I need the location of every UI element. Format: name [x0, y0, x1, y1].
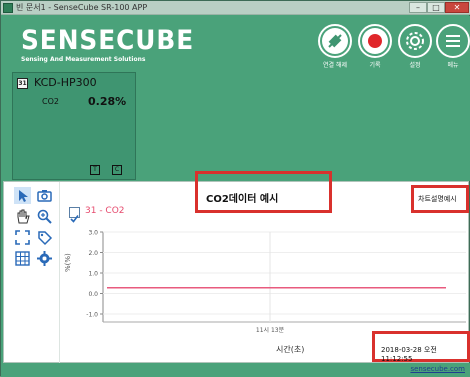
record-icon: [362, 28, 388, 54]
y-tick-label: 3.0: [88, 230, 98, 237]
device-card[interactable]: 31 KCD-HP300 CO2 0.28% T C: [12, 72, 136, 180]
record-button[interactable]: [358, 24, 392, 58]
date-label: 2018-03-28 오전 11:12:55: [381, 346, 437, 363]
record-label: 기록: [369, 62, 381, 69]
menu-icon: [446, 35, 460, 47]
y-tick-label: 0.0: [88, 291, 98, 298]
tag-icon[interactable]: [36, 229, 53, 246]
y-tick-label: 2.0: [88, 250, 98, 257]
sensor-value: 0.28%: [88, 95, 127, 108]
app-icon: [3, 3, 13, 13]
disconnect-label: 연결 해제: [323, 62, 347, 69]
device-c-button[interactable]: C: [112, 165, 122, 175]
website-link[interactable]: sensecube.com: [410, 365, 465, 373]
x-tick-label: 11시 13분: [256, 327, 285, 334]
x-axis-label: 시간(초): [276, 345, 305, 354]
y-tick-label: 1.0: [88, 271, 98, 278]
chart-settings-icon[interactable]: [36, 250, 53, 267]
zoom-icon[interactable]: [36, 208, 53, 225]
status-bar: sensecube.com: [1, 363, 470, 377]
device-number-badge: 31: [17, 78, 28, 89]
device-name: KCD-HP300: [34, 76, 97, 89]
device-area: 31 KCD-HP300 CO2 0.28% T C: [1, 72, 470, 181]
chart-area: CO2데이터 예시 차트설명예시 31 - CO2 %(%) 3.0 2.0 1.0…: [61, 171, 470, 364]
close-button[interactable]: ✕: [445, 2, 469, 13]
table-icon[interactable]: [14, 250, 31, 267]
logo-subtitle: Sensing And Measurement Solutions: [21, 56, 146, 63]
plug-icon: [322, 28, 348, 54]
logo: SENSECUBE: [21, 25, 195, 56]
camera-icon[interactable]: [36, 187, 53, 204]
menu-button[interactable]: [436, 24, 470, 58]
disconnect-button[interactable]: [318, 24, 352, 58]
hand-icon[interactable]: [14, 208, 31, 225]
y-tick-label: -1.0: [86, 312, 98, 319]
title-bar: 빈 문서1 - SenseCube SR-100 APP – □ ✕: [1, 1, 470, 15]
settings-button[interactable]: [398, 24, 432, 58]
minimize-button[interactable]: –: [409, 2, 427, 13]
gear-icon: [406, 32, 424, 50]
maximize-button[interactable]: □: [427, 2, 445, 13]
menu-label: 메뉴: [447, 62, 459, 69]
app-header: SENSECUBE Sensing And Measurement Soluti…: [1, 16, 470, 72]
sensor-name: CO2: [42, 97, 59, 106]
window-title: 빈 문서1 - SenseCube SR-100 APP: [16, 3, 148, 12]
app-window: 빈 문서1 - SenseCube SR-100 APP – □ ✕ SENSE…: [0, 0, 470, 377]
fit-icon[interactable]: [14, 229, 31, 246]
chart-panel: CO2데이터 예시 차트설명예시 31 - CO2 %(%) 3.0 2.0 1.0…: [3, 171, 470, 364]
pointer-icon[interactable]: [14, 187, 31, 204]
chart-toolbar: [4, 182, 60, 364]
device-t-button[interactable]: T: [90, 165, 100, 175]
